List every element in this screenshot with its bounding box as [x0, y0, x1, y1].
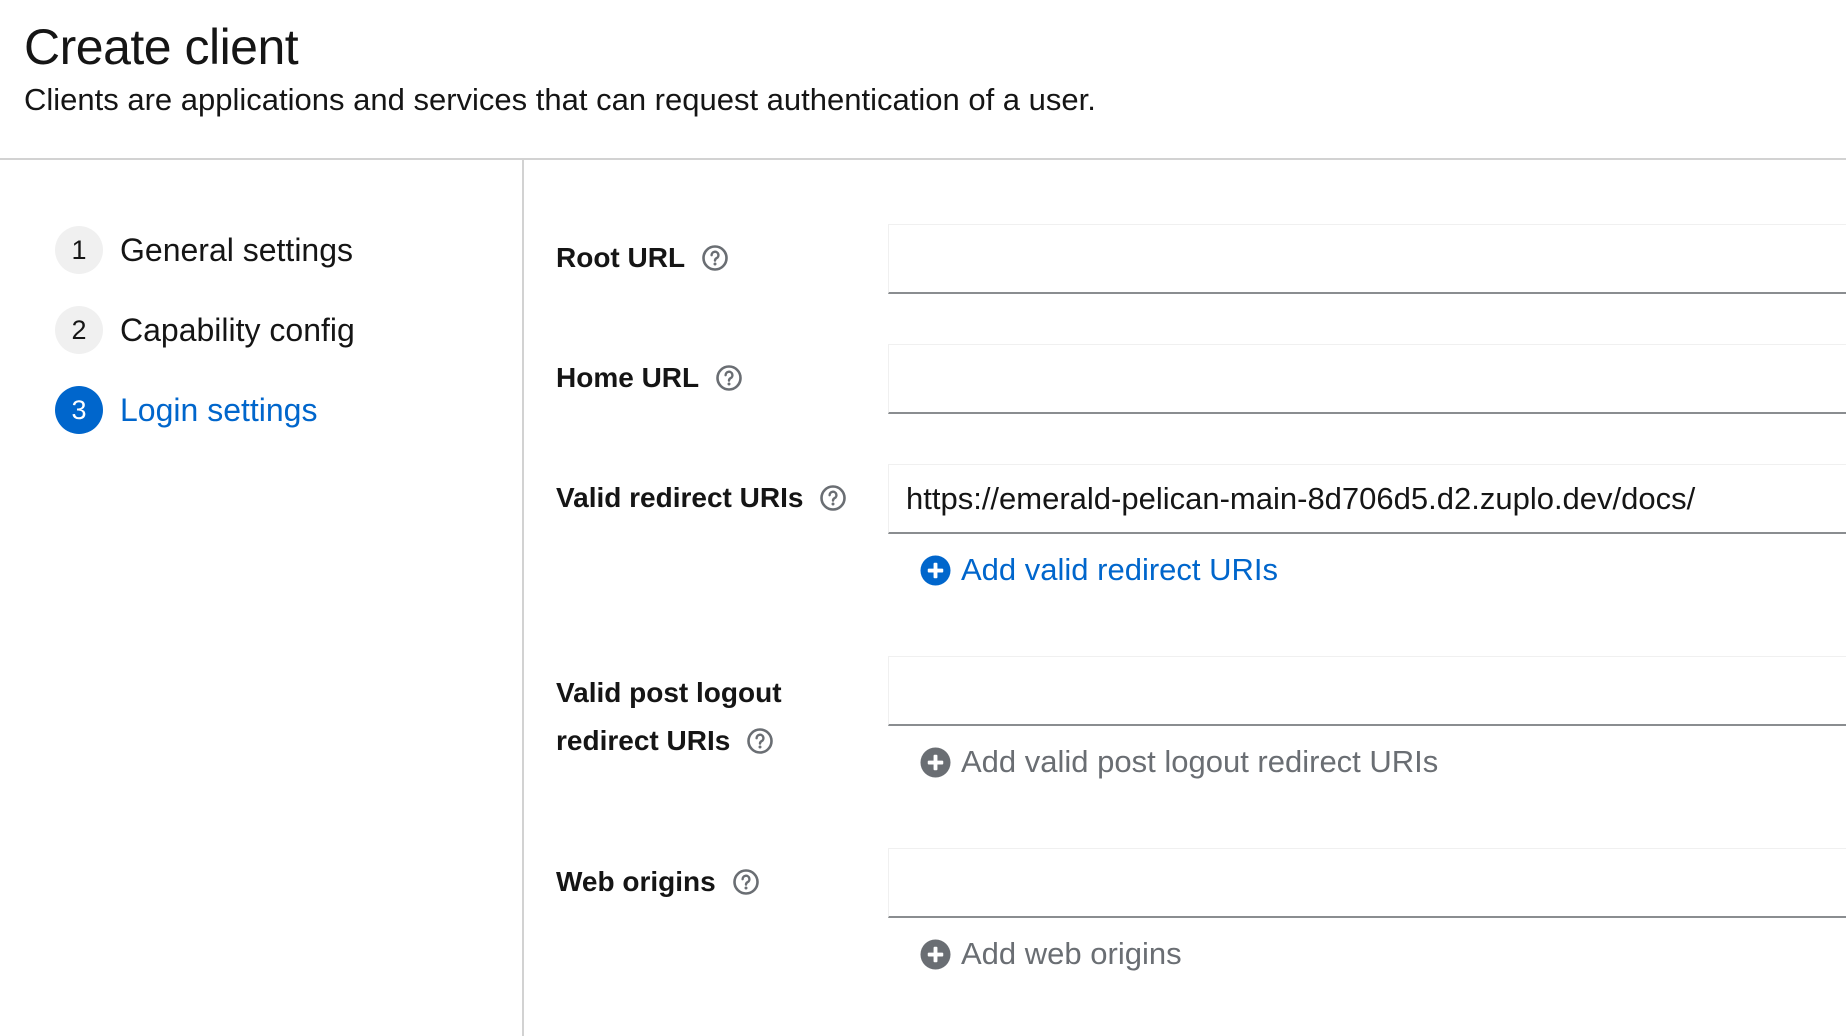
step-label: Login settings	[120, 391, 318, 428]
valid-redirect-uris-label-text: Valid redirect URIs	[556, 482, 804, 513]
valid-redirect-uris-field[interactable]	[888, 464, 1846, 534]
plus-circle-icon	[920, 746, 951, 778]
home-url-label: Home URL	[556, 362, 743, 394]
home-url-input[interactable]	[889, 345, 1846, 412]
root-url-field[interactable]	[888, 224, 1846, 294]
step-number: 3	[55, 386, 103, 434]
step-number: 2	[55, 306, 103, 354]
add-valid-post-logout-redirect-uris-label: Add valid post logout redirect URIs	[961, 744, 1439, 779]
step-label: General settings	[120, 231, 354, 268]
step-label: Capability config	[120, 311, 355, 348]
page-description: Clients are applications and services th…	[24, 82, 1096, 117]
question-circle-icon[interactable]	[819, 484, 847, 512]
label-line-1: Valid post logout	[556, 677, 782, 708]
web-origins-label: Web origins	[556, 866, 760, 898]
add-valid-redirect-uris-button[interactable]: Add valid redirect URIs	[920, 552, 1278, 588]
page-title: Create client	[24, 19, 299, 75]
page-header: Create client Clients are applications a…	[0, 0, 1846, 160]
root-url-label: Root URL	[556, 242, 729, 274]
add-web-origins-label: Add web origins	[961, 936, 1182, 971]
web-origins-field[interactable]	[888, 848, 1846, 918]
label-line-2: redirect URIs	[556, 725, 731, 756]
question-circle-icon[interactable]	[701, 244, 729, 272]
step-number: 1	[55, 226, 103, 274]
plus-circle-icon	[920, 554, 951, 586]
root-url-label-text: Root URL	[556, 242, 686, 273]
web-origins-label-text: Web origins	[556, 866, 716, 897]
home-url-field[interactable]	[888, 344, 1846, 414]
wizard-step-capability-config[interactable]: 2 Capability config	[55, 306, 355, 354]
plus-circle-icon	[920, 938, 951, 970]
valid-redirect-uris-label: Valid redirect URIs	[556, 482, 847, 514]
wizard-step-login-settings[interactable]: 3 Login settings	[55, 386, 317, 434]
question-circle-icon[interactable]	[746, 727, 774, 755]
root-url-input[interactable]	[889, 225, 1846, 292]
valid-post-logout-redirect-uris-field[interactable]	[888, 656, 1846, 726]
label-line-2-row: redirect URIs	[556, 717, 782, 765]
wizard-step-general-settings[interactable]: 1 General settings	[55, 226, 353, 274]
add-web-origins-button[interactable]: Add web origins	[920, 936, 1182, 972]
valid-post-logout-redirect-uris-label: Valid post logout redirect URIs	[556, 669, 782, 765]
web-origins-input[interactable]	[889, 849, 1846, 916]
valid-redirect-uris-input[interactable]	[889, 465, 1846, 532]
add-valid-post-logout-redirect-uris-button[interactable]: Add valid post logout redirect URIs	[920, 744, 1438, 780]
valid-post-logout-redirect-uris-input[interactable]	[889, 657, 1846, 724]
question-circle-icon[interactable]	[732, 868, 760, 896]
question-circle-icon[interactable]	[715, 364, 743, 392]
home-url-label-text: Home URL	[556, 362, 700, 393]
add-valid-redirect-uris-label: Add valid redirect URIs	[961, 552, 1279, 587]
wizard-steps-nav: 1 General settings 2 Capability config 3…	[0, 160, 524, 1036]
